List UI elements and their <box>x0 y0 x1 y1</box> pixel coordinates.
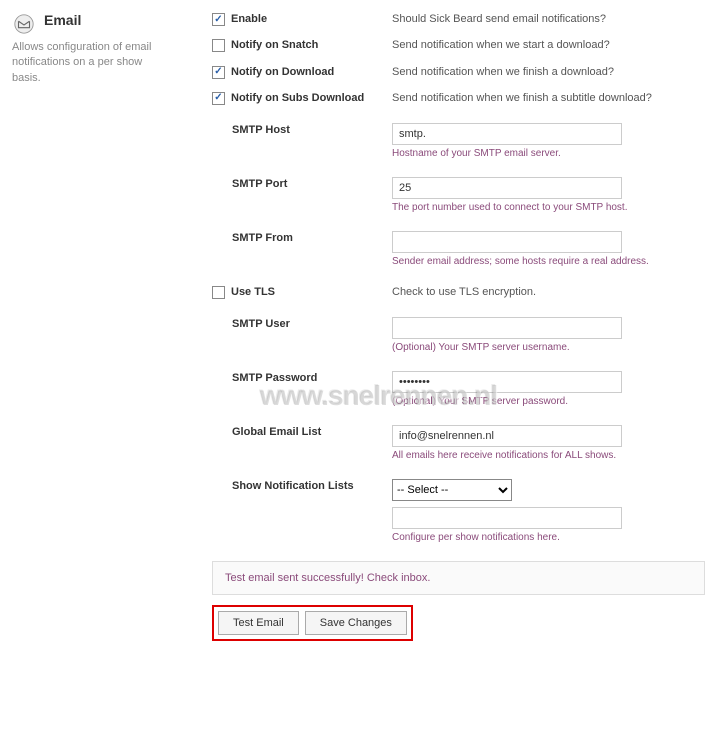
smtp-port-label: SMTP Port <box>232 177 287 191</box>
snatch-label: Notify on Snatch <box>231 38 318 52</box>
test-email-button[interactable]: Test Email <box>218 611 299 635</box>
smtp-pass-help: (Optional) Your SMTP server password. <box>392 396 705 407</box>
tls-label: Use TLS <box>231 285 275 299</box>
show-lists-help: Configure per show notifications here. <box>392 532 705 543</box>
smtp-user-input[interactable] <box>392 317 622 339</box>
snatch-desc: Send notification when we start a downlo… <box>392 39 705 51</box>
smtp-host-label: SMTP Host <box>232 123 290 137</box>
enable-checkbox[interactable] <box>212 13 225 26</box>
show-lists-input[interactable] <box>392 507 622 529</box>
show-lists-select[interactable]: -- Select -- <box>392 479 512 501</box>
download-label: Notify on Download <box>231 65 334 79</box>
snatch-checkbox[interactable] <box>212 39 225 52</box>
tls-desc: Check to use TLS encryption. <box>392 286 705 298</box>
subs-label: Notify on Subs Download <box>231 91 364 105</box>
smtp-from-input[interactable] <box>392 231 622 253</box>
smtp-user-label: SMTP User <box>232 317 290 331</box>
subs-checkbox[interactable] <box>212 92 225 105</box>
global-email-label: Global Email List <box>232 425 321 439</box>
email-icon <box>12 12 36 36</box>
enable-desc: Should Sick Beard send email notificatio… <box>392 13 705 25</box>
smtp-user-help: (Optional) Your SMTP server username. <box>392 342 705 353</box>
smtp-from-label: SMTP From <box>232 231 293 245</box>
smtp-port-help: The port number used to connect to your … <box>392 202 705 213</box>
download-desc: Send notification when we finish a downl… <box>392 66 705 78</box>
smtp-host-input[interactable] <box>392 123 622 145</box>
status-message: Test email sent successfully! Check inbo… <box>212 561 705 595</box>
global-email-help: All emails here receive notifications fo… <box>392 450 705 461</box>
smtp-pass-input[interactable] <box>392 371 622 393</box>
download-checkbox[interactable] <box>212 66 225 79</box>
subs-desc: Send notification when we finish a subti… <box>392 92 705 104</box>
smtp-pass-label: SMTP Password <box>232 371 317 385</box>
smtp-port-input[interactable] <box>392 177 622 199</box>
enable-label: Enable <box>231 12 267 26</box>
tls-checkbox[interactable] <box>212 286 225 299</box>
section-title: Email <box>44 12 81 28</box>
smtp-from-help: Sender email address; some hosts require… <box>392 256 705 267</box>
section-desc: Allows configuration of email notificati… <box>12 40 172 86</box>
smtp-host-help: Hostname of your SMTP email server. <box>392 148 705 159</box>
show-lists-label: Show Notification Lists <box>232 479 354 493</box>
button-highlight: Test Email Save Changes <box>212 605 413 641</box>
save-changes-button[interactable]: Save Changes <box>305 611 407 635</box>
global-email-input[interactable] <box>392 425 622 447</box>
